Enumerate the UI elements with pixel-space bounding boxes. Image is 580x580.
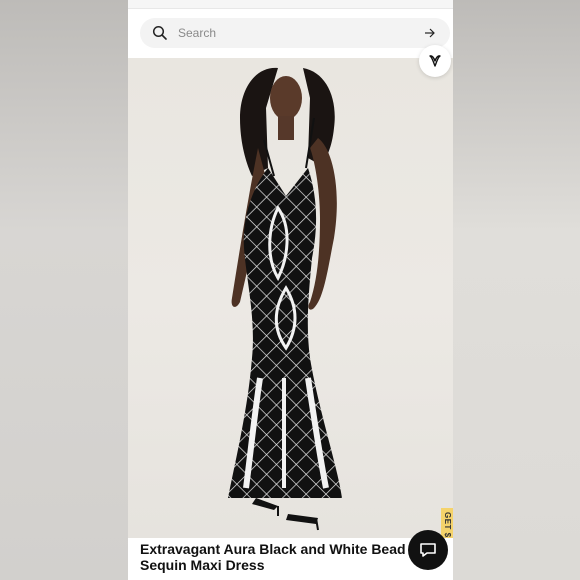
product-title-line-2: Sequin Maxi Dress bbox=[140, 557, 265, 573]
promo-text: GET $20! bbox=[443, 512, 452, 538]
search-bar[interactable]: Search bbox=[140, 18, 450, 48]
search-icon bbox=[152, 25, 167, 40]
search-input[interactable]: Search bbox=[178, 26, 216, 40]
arrow-right-icon[interactable] bbox=[424, 27, 436, 39]
promo-tab[interactable]: GET $20! bbox=[441, 508, 453, 538]
model-photo bbox=[228, 67, 342, 531]
product-title-line-1: Extravagant Aura Black and White Bead bbox=[140, 541, 406, 557]
product-title: Extravagant Aura Black and White Bead Se… bbox=[140, 541, 440, 573]
chat-icon bbox=[420, 543, 436, 557]
background-blur-right bbox=[453, 0, 580, 580]
phone-screen: Search GET $20! Extravagant Aura Black a… bbox=[128, 0, 453, 580]
chat-button[interactable] bbox=[408, 530, 448, 570]
wishlist-button[interactable] bbox=[419, 45, 451, 77]
top-bar bbox=[128, 0, 453, 9]
product-image[interactable]: GET $20! bbox=[128, 58, 453, 538]
background-blur-left bbox=[0, 0, 128, 580]
heart-icon bbox=[429, 55, 441, 67]
